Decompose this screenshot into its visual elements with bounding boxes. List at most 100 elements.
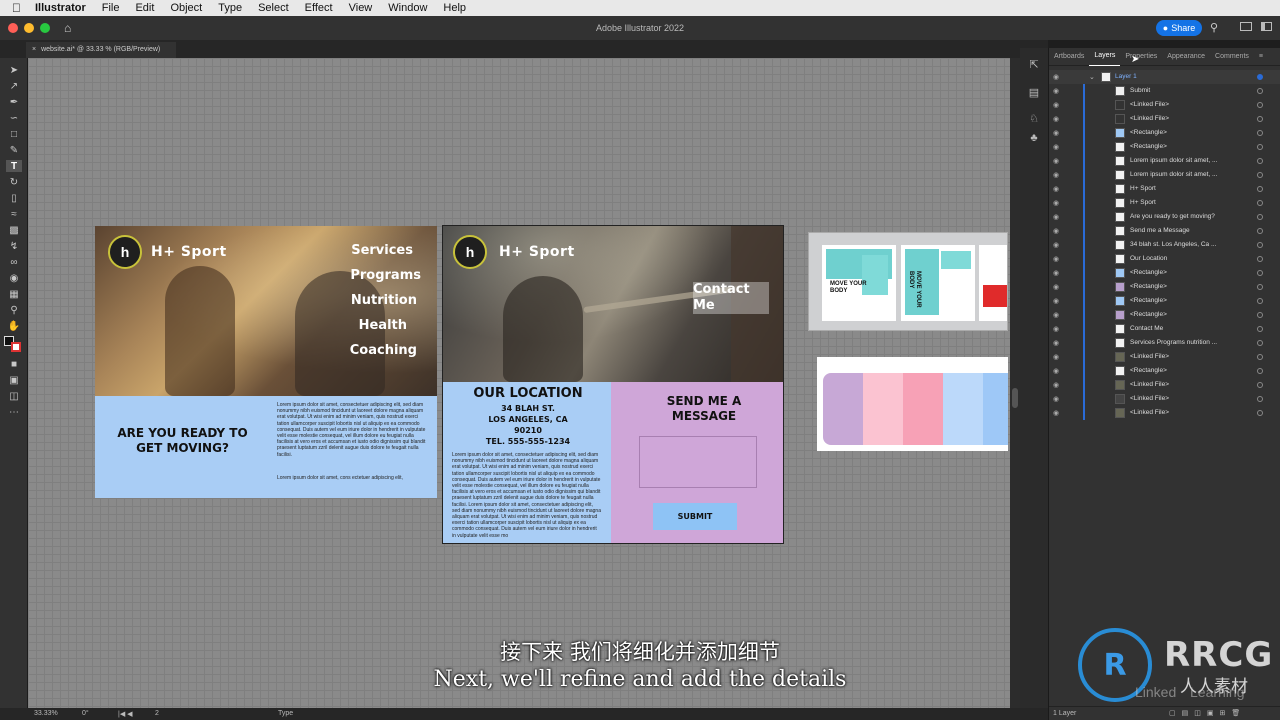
sublayer-row[interactable]: ◉ <Linked File> <box>1049 112 1280 126</box>
sublayer-name[interactable]: <Linked File> <box>1130 381 1169 388</box>
sublayer-name[interactable]: Services Programs nutrition ... <box>1130 339 1217 346</box>
sublayer-target-circle[interactable] <box>1257 144 1263 150</box>
menu-type[interactable]: Type <box>210 0 250 16</box>
sublayer-row[interactable]: ◉ <Rectangle> <box>1049 294 1280 308</box>
sublayer-name[interactable]: Submit <box>1130 87 1150 94</box>
sublayer-target-circle[interactable] <box>1257 88 1263 94</box>
nav-services[interactable]: Services <box>351 243 413 258</box>
visibility-eye-icon[interactable]: ◉ <box>1053 311 1061 319</box>
sublayer-target-circle[interactable] <box>1257 410 1263 416</box>
contact-heading[interactable]: Contact Me <box>693 282 769 314</box>
sublayer-target-circle[interactable] <box>1257 172 1263 178</box>
nav-coaching[interactable]: Coaching <box>350 343 417 358</box>
sublayer-target-circle[interactable] <box>1257 200 1263 206</box>
sublayer-target-circle[interactable] <box>1257 326 1263 332</box>
visibility-eye-icon[interactable]: ◉ <box>1053 115 1061 123</box>
layer-actions-icons[interactable]: ▢▤◫▣⊞🗑 <box>1169 709 1246 717</box>
draw-mode-icon[interactable]: ▣ <box>6 374 22 386</box>
curvature-tool-icon[interactable]: ∽ <box>6 112 22 124</box>
expand-chevron-down-icon[interactable]: ⌄ <box>1089 73 1095 81</box>
sublayer-name[interactable]: H+ Sport <box>1130 199 1156 206</box>
visibility-eye-icon[interactable]: ◉ <box>1053 199 1061 207</box>
export-icon[interactable]: ⇱ <box>1027 58 1041 71</box>
document-tab[interactable]: × website.ai* @ 33.33 % (RGB/Preview) <box>26 42 176 58</box>
menu-effect[interactable]: Effect <box>297 0 341 16</box>
sublayer-target-circle[interactable] <box>1257 130 1263 136</box>
sublayer-name[interactable]: <Linked File> <box>1130 115 1169 122</box>
artboard-nav-arrows-icon[interactable]: |◀ ◀ <box>118 710 133 718</box>
rotate-view[interactable]: 0° <box>82 710 89 717</box>
sublayer-name[interactable]: <Rectangle> <box>1130 367 1167 374</box>
width-tool-icon[interactable]: ≈ <box>6 208 22 220</box>
workspace-switcher-icon[interactable] <box>1261 22 1272 31</box>
symbols-icon[interactable]: ♣ <box>1027 132 1041 144</box>
canvas-area[interactable]: h H+ Sport Services Programs Nutrition H… <box>28 58 1020 708</box>
shape-builder-tool-icon[interactable]: ◉ <box>6 272 22 284</box>
sublayer-row[interactable]: ◉ Lorem ipsum dolor sit amet, ... <box>1049 154 1280 168</box>
sublayer-target-circle[interactable] <box>1257 158 1263 164</box>
visibility-eye-icon[interactable]: ◉ <box>1053 339 1061 347</box>
edit-toolbar-icon[interactable]: ⋯ <box>6 406 22 418</box>
visibility-eye-icon[interactable]: ◉ <box>1053 255 1061 263</box>
sublayer-name[interactable]: <Linked File> <box>1130 409 1169 416</box>
selection-tool-icon[interactable]: ➤ <box>6 64 22 76</box>
sublayer-target-circle[interactable] <box>1257 312 1263 318</box>
sublayer-name[interactable]: Our Location <box>1130 255 1167 262</box>
tab-appearance[interactable]: Appearance <box>1162 48 1210 66</box>
visibility-eye-icon[interactable]: ◉ <box>1053 73 1061 81</box>
sublayer-row[interactable]: ◉ <Rectangle> <box>1049 364 1280 378</box>
sublayer-target-circle[interactable] <box>1257 368 1263 374</box>
layer-row-parent[interactable]: ◉ ⌄ Layer 1 <box>1049 70 1280 84</box>
rotate-tool-icon[interactable]: ↻ <box>6 176 22 188</box>
sublayer-row[interactable]: ◉ Contact Me <box>1049 322 1280 336</box>
direct-selection-tool-icon[interactable]: ↗ <box>6 80 22 92</box>
brushes-icon[interactable]: ♘ <box>1027 112 1041 125</box>
menu-app-name[interactable]: Illustrator <box>27 0 94 16</box>
sublayer-row[interactable]: ◉ Lorem ipsum dolor sit amet, ... <box>1049 168 1280 182</box>
tab-comments[interactable]: Comments <box>1210 48 1254 66</box>
visibility-eye-icon[interactable]: ◉ <box>1053 283 1061 291</box>
sublayer-name[interactable]: <Rectangle> <box>1130 297 1167 304</box>
sublayer-name[interactable]: Contact Me <box>1130 325 1163 332</box>
tab-layers[interactable]: Layers <box>1089 47 1121 66</box>
sublayer-name[interactable]: <Rectangle> <box>1130 311 1167 318</box>
sublayer-target-circle[interactable] <box>1257 242 1263 248</box>
stroke-color-swatch[interactable] <box>11 342 21 352</box>
sublayer-row[interactable]: ◉ <Linked File> <box>1049 98 1280 112</box>
layer-name[interactable]: Layer 1 <box>1115 73 1137 80</box>
sublayer-name[interactable]: Lorem ipsum dolor sit amet, ... <box>1130 157 1217 164</box>
visibility-eye-icon[interactable]: ◉ <box>1053 185 1061 193</box>
visibility-eye-icon[interactable]: ◉ <box>1053 241 1061 249</box>
visibility-eye-icon[interactable]: ◉ <box>1053 157 1061 165</box>
apple-icon[interactable]:  <box>0 1 27 15</box>
sublayer-row[interactable]: ◉ Send me a Message <box>1049 224 1280 238</box>
sublayer-row[interactable]: ◉ 34 blah st. Los Angeles, Ca ... <box>1049 238 1280 252</box>
artboard-contact[interactable]: h H+ Sport Contact Me Our Location 34 Bl… <box>442 225 784 544</box>
nav-nutrition[interactable]: Nutrition <box>351 293 417 308</box>
sublayer-target-circle[interactable] <box>1257 102 1263 108</box>
menu-file[interactable]: File <box>94 0 128 16</box>
menu-view[interactable]: View <box>341 0 381 16</box>
sublayer-row[interactable]: ◉ Services Programs nutrition ... <box>1049 336 1280 350</box>
sublayer-target-circle[interactable] <box>1257 354 1263 360</box>
moodboard-artboard[interactable]: Move your body Move your body <box>808 232 1008 331</box>
sublayer-row[interactable]: ◉ <Linked File> <box>1049 406 1280 420</box>
visibility-eye-icon[interactable]: ◉ <box>1053 325 1061 333</box>
sublayer-row[interactable]: ◉ <Rectangle> <box>1049 126 1280 140</box>
eyedropper-tool-icon[interactable]: ↯ <box>6 240 22 252</box>
visibility-eye-icon[interactable]: ◉ <box>1053 213 1061 221</box>
visibility-eye-icon[interactable]: ◉ <box>1053 269 1061 277</box>
eraser-tool-icon[interactable]: ▯ <box>6 192 22 204</box>
sublayer-target-circle[interactable] <box>1257 298 1263 304</box>
sublayer-target-circle[interactable] <box>1257 214 1263 220</box>
visibility-eye-icon[interactable]: ◉ <box>1053 395 1061 403</box>
artboard-home[interactable]: h H+ Sport Services Programs Nutrition H… <box>95 226 437 498</box>
nav-health[interactable]: Health <box>359 318 407 333</box>
sublayer-row[interactable]: ◉ H+ Sport <box>1049 182 1280 196</box>
sublayer-row[interactable]: ◉ Our Location <box>1049 252 1280 266</box>
sublayer-target-circle[interactable] <box>1257 340 1263 346</box>
sublayer-target-circle[interactable] <box>1257 116 1263 122</box>
sublayer-row[interactable]: ◉ H+ Sport <box>1049 196 1280 210</box>
visibility-eye-icon[interactable]: ◉ <box>1053 409 1061 417</box>
sublayer-target-circle[interactable] <box>1257 186 1263 192</box>
